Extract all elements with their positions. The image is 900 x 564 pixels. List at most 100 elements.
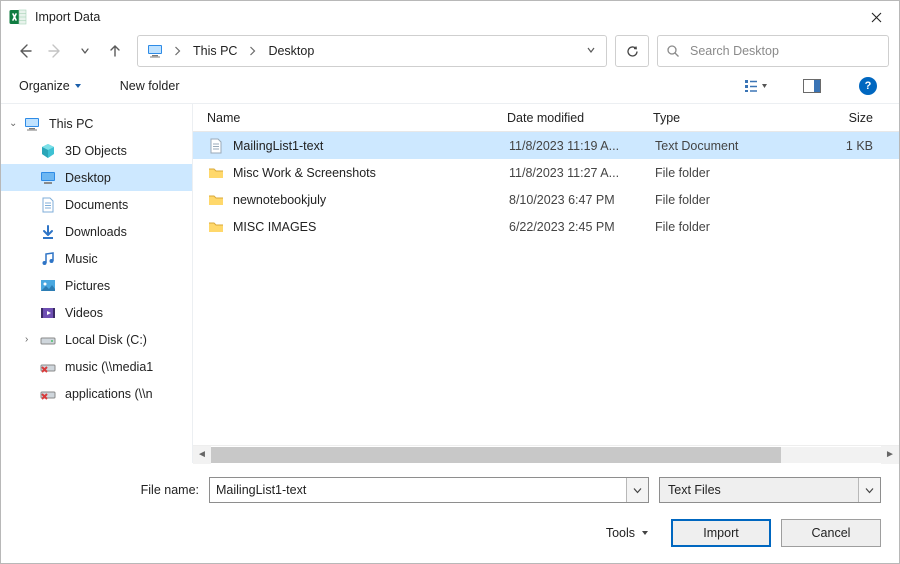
expand-icon[interactable]: ⌄ bbox=[9, 118, 17, 129]
import-data-dialog: Import Data This PC Desktop bbox=[0, 0, 900, 564]
tools-menu[interactable]: Tools bbox=[594, 526, 661, 540]
navigation-tree[interactable]: ⌄ This PC 3D Objects Desktop Documents D… bbox=[1, 104, 193, 463]
recent-locations-button[interactable] bbox=[71, 37, 99, 65]
filename-combo[interactable] bbox=[209, 477, 649, 503]
chevron-down-icon bbox=[74, 82, 82, 90]
drive-icon bbox=[39, 331, 57, 349]
dialog-body: ⌄ This PC 3D Objects Desktop Documents D… bbox=[1, 103, 899, 463]
file-row[interactable]: newnotebookjuly8/10/2023 6:47 PMFile fol… bbox=[193, 186, 899, 213]
tree-local-disk-c[interactable]: › Local Disk (C:) bbox=[1, 326, 192, 353]
downloads-icon bbox=[39, 223, 57, 241]
column-type[interactable]: Type bbox=[653, 111, 799, 125]
file-type: File folder bbox=[655, 166, 801, 180]
folder-icon bbox=[207, 218, 225, 236]
filename-input[interactable] bbox=[210, 483, 626, 497]
search-box[interactable] bbox=[657, 35, 889, 67]
new-folder-button[interactable]: New folder bbox=[120, 79, 180, 93]
back-button[interactable] bbox=[11, 37, 39, 65]
file-name: Misc Work & Screenshots bbox=[233, 166, 509, 180]
tree-downloads[interactable]: Downloads bbox=[1, 218, 192, 245]
window-title: Import Data bbox=[35, 10, 100, 24]
command-bar: Organize New folder ? bbox=[1, 69, 899, 103]
file-date: 6/22/2023 2:45 PM bbox=[509, 220, 655, 234]
file-list-pane: Name Date modified Type Size MailingList… bbox=[193, 104, 899, 463]
tree-3d-objects[interactable]: 3D Objects bbox=[1, 137, 192, 164]
breadcrumb-this-pc[interactable]: This PC bbox=[187, 40, 243, 62]
breadcrumb-chevron[interactable] bbox=[168, 42, 187, 60]
address-history-dropdown[interactable] bbox=[580, 44, 602, 58]
filename-label: File name: bbox=[19, 483, 199, 497]
tree-this-pc[interactable]: ⌄ This PC bbox=[1, 110, 192, 137]
tree-documents[interactable]: Documents bbox=[1, 191, 192, 218]
tree-videos[interactable]: Videos bbox=[1, 299, 192, 326]
tree-network-applications[interactable]: applications (\\n bbox=[1, 380, 192, 407]
navigation-bar: This PC Desktop bbox=[1, 33, 899, 69]
column-date-modified[interactable]: Date modified bbox=[507, 111, 653, 125]
column-name[interactable]: Name bbox=[207, 111, 507, 125]
breadcrumb-desktop[interactable]: Desktop bbox=[262, 40, 320, 62]
up-button[interactable] bbox=[101, 37, 129, 65]
titlebar: Import Data bbox=[1, 1, 899, 33]
file-name: newnotebookjuly bbox=[233, 193, 509, 207]
text-file-icon bbox=[207, 137, 225, 155]
close-icon bbox=[871, 12, 882, 23]
file-type: File folder bbox=[655, 220, 801, 234]
view-mode-button[interactable] bbox=[741, 73, 771, 99]
file-date: 8/10/2023 6:47 PM bbox=[509, 193, 655, 207]
file-row[interactable]: MISC IMAGES6/22/2023 2:45 PMFile folder bbox=[193, 213, 899, 240]
this-pc-icon bbox=[23, 115, 41, 133]
folder-icon bbox=[207, 164, 225, 182]
preview-pane-button[interactable] bbox=[797, 73, 827, 99]
filter-dropdown[interactable] bbox=[858, 478, 880, 502]
folder-icon bbox=[207, 191, 225, 209]
file-list[interactable]: MailingList1-text11/8/2023 11:19 A...Tex… bbox=[193, 132, 899, 445]
videos-icon bbox=[39, 304, 57, 322]
forward-button[interactable] bbox=[41, 37, 69, 65]
expand-icon[interactable]: › bbox=[25, 334, 28, 345]
filter-label: Text Files bbox=[660, 483, 858, 497]
this-pc-icon bbox=[146, 42, 164, 60]
close-button[interactable] bbox=[853, 1, 899, 33]
filename-dropdown[interactable] bbox=[626, 478, 648, 502]
scroll-left-button[interactable]: ◄ bbox=[193, 446, 211, 464]
desktop-icon bbox=[39, 169, 57, 187]
file-row[interactable]: Misc Work & Screenshots11/8/2023 11:27 A… bbox=[193, 159, 899, 186]
column-headers: Name Date modified Type Size bbox=[193, 104, 899, 132]
dialog-footer: File name: Text Files Tools Import Cance… bbox=[1, 463, 899, 563]
address-bar[interactable]: This PC Desktop bbox=[137, 35, 607, 67]
tree-desktop[interactable]: Desktop bbox=[1, 164, 192, 191]
network-drive-disconnected-icon bbox=[39, 358, 57, 376]
help-button[interactable]: ? bbox=[853, 73, 883, 99]
help-icon: ? bbox=[859, 77, 877, 95]
file-date: 11/8/2023 11:27 A... bbox=[509, 166, 655, 180]
tree-network-music[interactable]: music (\\media1 bbox=[1, 353, 192, 380]
scrollbar-track[interactable] bbox=[211, 447, 881, 463]
scroll-right-button[interactable]: ► bbox=[881, 446, 899, 464]
network-drive-disconnected-icon bbox=[39, 385, 57, 403]
search-icon bbox=[666, 44, 680, 58]
file-row[interactable]: MailingList1-text11/8/2023 11:19 A...Tex… bbox=[193, 132, 899, 159]
organize-menu[interactable]: Organize bbox=[19, 79, 82, 93]
documents-icon bbox=[39, 196, 57, 214]
file-name: MailingList1-text bbox=[233, 139, 509, 153]
import-button[interactable]: Import bbox=[671, 519, 771, 547]
file-type: Text Document bbox=[655, 139, 801, 153]
tree-pictures[interactable]: Pictures bbox=[1, 272, 192, 299]
search-input[interactable] bbox=[688, 43, 880, 59]
file-size: 1 KB bbox=[801, 139, 899, 153]
horizontal-scrollbar[interactable]: ◄ ► bbox=[193, 445, 899, 463]
tree-music[interactable]: Music bbox=[1, 245, 192, 272]
music-icon bbox=[39, 250, 57, 268]
column-size[interactable]: Size bbox=[799, 111, 899, 125]
file-type: File folder bbox=[655, 193, 801, 207]
refresh-button[interactable] bbox=[615, 35, 649, 67]
file-date: 11/8/2023 11:19 A... bbox=[509, 139, 655, 153]
breadcrumb-chevron[interactable] bbox=[243, 42, 262, 60]
scrollbar-thumb[interactable] bbox=[211, 447, 781, 463]
chevron-down-icon bbox=[641, 529, 649, 537]
file-type-filter[interactable]: Text Files bbox=[659, 477, 881, 503]
cancel-button[interactable]: Cancel bbox=[781, 519, 881, 547]
3d-objects-icon bbox=[39, 142, 57, 160]
excel-icon bbox=[9, 8, 27, 26]
pictures-icon bbox=[39, 277, 57, 295]
